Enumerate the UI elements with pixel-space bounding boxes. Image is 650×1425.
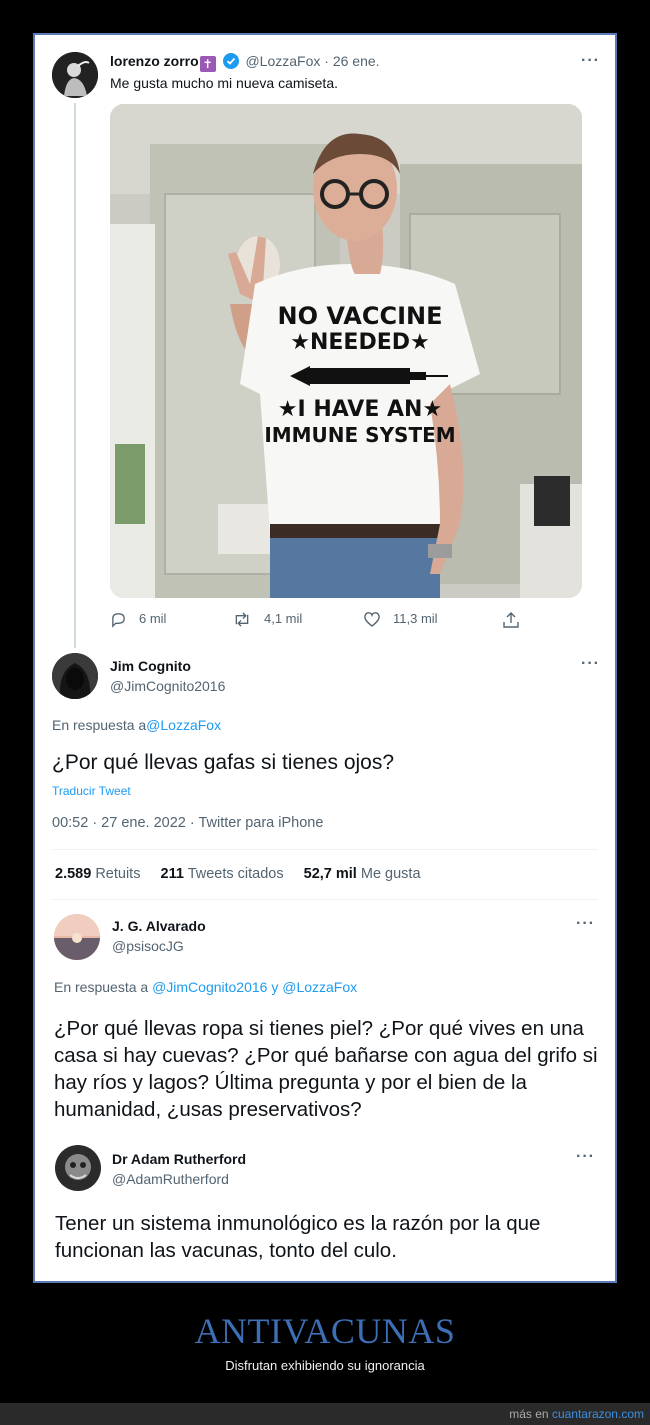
more-options-icon[interactable]: ··· — [581, 655, 600, 673]
retweet-icon — [235, 612, 249, 627]
shirt-line-1: NO VACCINE — [278, 302, 443, 330]
tweet-text: ¿Por qué llevas gafas si tienes ojos? — [52, 751, 395, 774]
author-name[interactable]: J. G. Alvarado — [112, 918, 206, 934]
reply-icon — [112, 613, 125, 628]
tweet-time[interactable]: 00:52 · 27 ene. 2022 — [52, 815, 186, 831]
likes-stat[interactable]: 52,7 mil Me gusta — [304, 866, 421, 882]
tweet-meta: 00:52 · 27 ene. 2022 · Twitter para iPho… — [52, 815, 324, 831]
author-handle[interactable]: @JimCognito2016 — [110, 678, 225, 694]
footer-bar: más en cuantarazon.com — [0, 1403, 650, 1425]
divider — [52, 899, 598, 900]
meme-frame: lorenzo zorro ✝ @LozzaFox · 26 ene. ··· M… — [33, 33, 617, 1283]
engagement-stats: 2.589 Retuits 211 Tweets citados 52,7 mi… — [55, 866, 421, 882]
reply-to-link[interactable]: @LozzaFox — [146, 717, 221, 733]
shirt-line-3: ★I HAVE AN★ — [278, 397, 442, 422]
author-row: J. G. Alvarado — [112, 918, 206, 934]
reply-to-link[interactable]: @JimCognito2016 y @LozzaFox — [152, 979, 357, 995]
retweet-button[interactable]: 4,1 mil — [232, 611, 302, 628]
thread-line — [74, 103, 76, 648]
verified-badge-icon — [222, 53, 239, 72]
tweet-text: ¿Por qué llevas ropa si tienes piel? ¿Po… — [54, 1017, 598, 1121]
retweets-stat[interactable]: 2.589 Retuits — [55, 866, 140, 882]
author-row: Dr Adam Rutherford — [112, 1151, 246, 1167]
tweet-psisocjg[interactable]: J. G. Alvarado @psisocJG ··· En respuest… — [35, 901, 615, 1121]
like-count: 11,3 mil — [393, 611, 438, 626]
author-name[interactable]: Dr Adam Rutherford — [112, 1151, 246, 1167]
share-icon — [503, 612, 519, 628]
share-button[interactable] — [502, 611, 532, 629]
avatar[interactable] — [54, 914, 100, 960]
tweet-text: Me gusta mucho mi nueva camiseta. — [110, 75, 338, 91]
heart-icon — [364, 612, 380, 627]
reply-context: En respuesta a@LozzaFox — [52, 717, 222, 733]
cross-emoji: ✝ — [199, 56, 216, 72]
photo-illustration: NO VACCINE ★NEEDED★ ★I HAVE AN★ IMMUNE S… — [110, 104, 582, 598]
banner-title: ANTIVACUNAS — [194, 1311, 456, 1351]
shirt-line-4: IMMUNE SYSTEM — [264, 423, 455, 447]
tweet-source[interactable]: Twitter para iPhone — [198, 815, 323, 831]
author-handle[interactable]: @psisocJG — [112, 938, 184, 954]
tweet-actions: 6 mil 4,1 mil 11,3 mil — [110, 611, 582, 631]
avatar[interactable] — [52, 653, 98, 699]
author-row: Jim Cognito — [110, 658, 191, 674]
reply-count: 6 mil — [139, 611, 167, 626]
author-name[interactable]: lorenzo zorro — [110, 53, 199, 69]
translate-link[interactable]: Traducir Tweet — [52, 784, 131, 798]
shirt-line-2: ★NEEDED★ — [290, 330, 429, 355]
tweet-text: Tener un sistema inmunológico es la razó… — [55, 1212, 541, 1262]
footer-credit: más en cuantarazon.com — [509, 1407, 644, 1421]
site-link[interactable]: cuantarazon.com — [552, 1407, 644, 1421]
tweet-jimcognito[interactable]: Jim Cognito @JimCognito2016 ··· En respu… — [35, 645, 615, 900]
divider — [52, 849, 598, 850]
reply-context: En respuesta a @JimCognito2016 y @LozzaF… — [54, 979, 358, 995]
tweet-date[interactable]: 26 ene. — [333, 53, 380, 69]
tweet-adamrutherford[interactable]: Dr Adam Rutherford @AdamRutherford ··· T… — [35, 1130, 615, 1281]
avatar[interactable] — [55, 1145, 101, 1191]
more-options-icon[interactable]: ··· — [581, 52, 600, 70]
avatar[interactable] — [52, 52, 98, 98]
more-options-icon[interactable]: ··· — [576, 1148, 595, 1166]
more-options-icon[interactable]: ··· — [576, 915, 595, 933]
author-row: lorenzo zorro ✝ @LozzaFox · 26 ene. — [110, 53, 380, 72]
reply-button[interactable]: 6 mil — [110, 611, 166, 628]
like-button[interactable]: 11,3 mil — [363, 611, 438, 628]
tweet-photo[interactable]: NO VACCINE ★NEEDED★ ★I HAVE AN★ IMMUNE S… — [110, 104, 582, 598]
author-handle[interactable]: @LozzaFox — [245, 53, 320, 69]
author-name[interactable]: Jim Cognito — [110, 658, 191, 674]
banner-subtitle: Disfrutan exhibiendo su ignorancia — [225, 1358, 425, 1373]
tweet-lozzafox[interactable]: lorenzo zorro ✝ @LozzaFox · 26 ene. ··· M… — [35, 35, 615, 648]
author-handle[interactable]: @AdamRutherford — [112, 1171, 229, 1187]
retweet-count: 4,1 mil — [264, 611, 303, 626]
quotes-stat[interactable]: 211 Tweets citados — [161, 866, 284, 882]
